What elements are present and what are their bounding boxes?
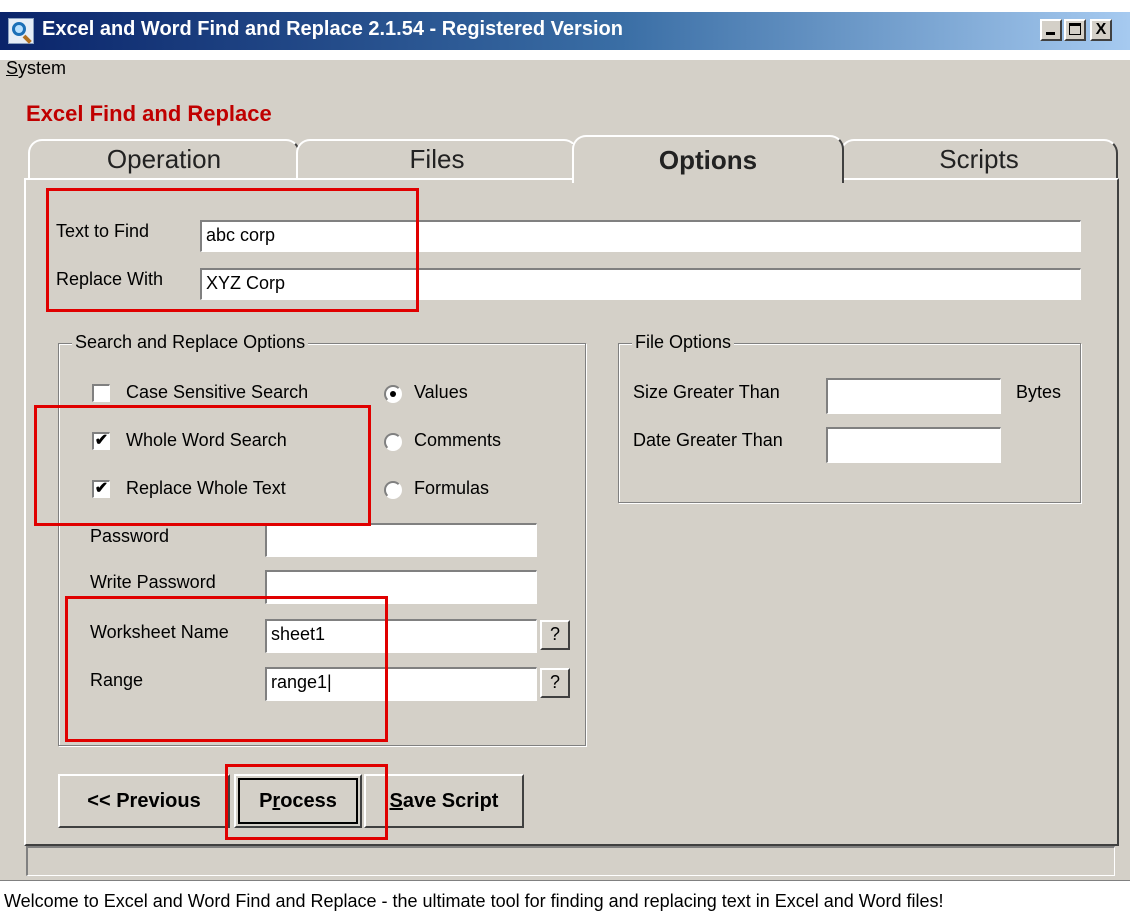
app-magnifier-icon[interactable]	[8, 18, 34, 44]
date-greater-than-label: Date Greater Than	[633, 430, 783, 450]
maximize-button[interactable]	[1064, 19, 1086, 41]
size-greater-than-input[interactable]	[826, 378, 1001, 414]
previous-button[interactable]: << Previous	[58, 774, 230, 828]
tab-files[interactable]: Files	[296, 139, 578, 179]
formulas-radio[interactable]	[384, 481, 402, 499]
highlight-find-replace	[46, 188, 419, 312]
worksheet-help-button[interactable]: ?	[540, 620, 570, 650]
window-title: Excel and Word Find and Replace 2.1.54 -…	[42, 18, 623, 40]
search-options-title: Search and Replace Options	[72, 332, 309, 353]
tab-options[interactable]: Options	[572, 135, 844, 183]
maximize-icon	[1069, 23, 1081, 35]
comments-label: Comments	[414, 430, 502, 450]
comments-radio[interactable]	[384, 433, 402, 451]
minimize-button[interactable]	[1040, 19, 1062, 41]
values-label: Values	[414, 382, 468, 402]
tab-scripts[interactable]: Scripts	[840, 139, 1118, 179]
save-script-button[interactable]: Save Script	[364, 774, 524, 828]
progress-bar	[26, 846, 1115, 876]
tab-operation[interactable]: Operation	[28, 139, 300, 179]
file-options-title: File Options	[632, 332, 735, 353]
close-button[interactable]: X	[1090, 19, 1112, 41]
range-help-button[interactable]: ?	[540, 668, 570, 698]
formulas-label: Formulas	[414, 478, 490, 498]
close-icon: X	[1095, 21, 1107, 38]
write-password-label: Write Password	[90, 572, 216, 592]
values-radio[interactable]	[384, 385, 402, 403]
file-options-group	[618, 343, 1081, 503]
date-greater-than-input[interactable]	[826, 427, 1001, 463]
bytes-unit-label: Bytes	[1016, 382, 1062, 402]
menu-system[interactable]: System	[6, 58, 66, 79]
case-sensitive-label: Case Sensitive Search	[126, 382, 309, 402]
highlight-whole-word-options	[34, 405, 371, 526]
password-input[interactable]	[265, 523, 537, 557]
highlight-process-button	[225, 764, 388, 840]
size-greater-than-label: Size Greater Than	[633, 382, 780, 402]
minimize-icon	[1046, 32, 1055, 35]
title-bar-strip[interactable]: Excel and Word Find and Replace 2.1.54 -…	[0, 12, 1130, 50]
case-sensitive-checkbox[interactable]	[92, 384, 110, 402]
status-bar: Welcome to Excel and Word Find and Repla…	[0, 880, 1130, 924]
section-title: Excel Find and Replace	[26, 101, 272, 126]
highlight-worksheet-range	[65, 596, 388, 742]
password-label: Password	[90, 526, 170, 546]
